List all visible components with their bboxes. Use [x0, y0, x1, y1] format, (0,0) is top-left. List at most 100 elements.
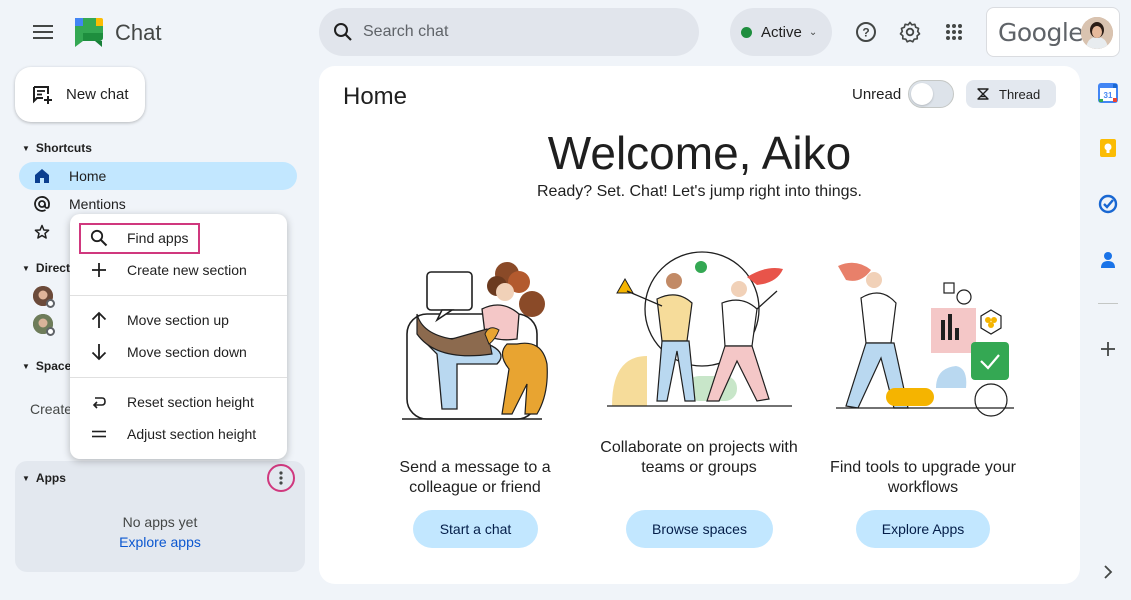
at-sign-icon [33, 195, 51, 213]
help-icon: ? [856, 22, 876, 42]
thread-label: Thread [999, 86, 1041, 102]
presence-indicator [46, 299, 55, 308]
shortcuts-title: Shortcuts [35, 141, 92, 155]
caret-down-icon: ▼ [22, 473, 30, 483]
spaces-title: Spaces [35, 359, 72, 373]
avatar[interactable] [33, 314, 55, 336]
home-icon [33, 167, 51, 185]
menu-item-label: Create new section [127, 262, 247, 278]
gear-icon [899, 21, 921, 43]
app-name: Chat [115, 20, 162, 45]
menu-item-label: Move section down [127, 344, 247, 360]
toggle-knob [911, 83, 933, 105]
apps-launcher-button[interactable] [934, 12, 974, 52]
search-bar[interactable] [319, 8, 699, 56]
menu-item-label: Move section up [127, 312, 229, 328]
page-title: Home [343, 83, 408, 110]
grid-icon [946, 24, 962, 40]
add-addon-button[interactable] [1096, 337, 1120, 361]
avatar [1081, 17, 1113, 49]
rail-divider [1098, 303, 1118, 304]
status-label: Active [761, 23, 802, 41]
welcome-heading: Welcome, Aiko [547, 127, 852, 179]
main-panel: Home Unread Thread Welcome, Aiko Ready? … [319, 66, 1080, 584]
find-apps-highlight [79, 223, 200, 254]
send-message-illustration [402, 262, 548, 420]
unread-label: Unread [852, 86, 902, 103]
arrow-up-icon [90, 311, 108, 329]
thread-icon [977, 88, 989, 100]
menu-item-label: Reset section height [127, 394, 254, 410]
top-bar: Chat Active ⌄ ? Google [0, 0, 1131, 64]
arrow-down-icon [90, 343, 108, 361]
search-icon [331, 20, 355, 44]
settings-button[interactable] [890, 12, 930, 52]
direct-messages-title: Direct messages [35, 261, 70, 275]
collaborate-illustration [607, 251, 792, 407]
chat-logo-icon[interactable] [72, 14, 106, 50]
menu-item-adjust-section-height[interactable]: Adjust section height [70, 418, 287, 450]
menu-divider [70, 295, 287, 296]
status-dot [741, 26, 752, 38]
menu-item-create-new-section[interactable]: Create new section [70, 254, 287, 286]
menu-item-move-section-down[interactable]: Move section down [70, 336, 287, 368]
new-chat-icon [33, 85, 52, 104]
direct-messages-section-header[interactable]: ▼ Direct messages [22, 261, 70, 275]
reset-icon [90, 393, 108, 411]
caret-down-icon: ▼ [22, 361, 30, 371]
hamburger-icon [33, 25, 53, 39]
presence-indicator [46, 327, 55, 336]
status-dropdown[interactable]: Active ⌄ [730, 8, 832, 56]
card-caption: Send a message to a colleague or friend [399, 459, 551, 496]
tasks-icon[interactable] [1096, 192, 1120, 216]
drag-handle-icon [90, 425, 108, 443]
create-space-link[interactable]: Create a space [30, 401, 70, 417]
chevron-down-icon: ⌄ [808, 26, 818, 38]
caret-down-icon: ▼ [22, 263, 30, 273]
shortcuts-section-header[interactable]: ▼ Shortcuts [22, 141, 92, 155]
svg-text:?: ? [862, 26, 869, 40]
start-chat-button[interactable]: Start a chat [413, 510, 538, 548]
sidebar-item-label: Mentions [69, 196, 126, 212]
card-caption: Find tools to upgrade your workflows [830, 459, 1016, 496]
new-chat-label: New chat [66, 86, 129, 103]
welcome-subtitle: Ready? Set. Chat! Let's jump right into … [536, 183, 862, 200]
spaces-section-header[interactable]: ▼ Spaces [22, 359, 72, 373]
keep-icon[interactable] [1096, 136, 1120, 160]
expand-panel-button[interactable] [1096, 560, 1120, 584]
apps-section-header[interactable]: ▼ Apps [22, 471, 66, 485]
no-apps-text: No apps yet [122, 514, 198, 530]
card-caption: Collaborate on projects with teams or gr… [600, 439, 798, 476]
menu-item-move-section-up[interactable]: Move section up [70, 304, 287, 336]
menu-divider [70, 377, 287, 378]
help-button[interactable]: ? [846, 12, 886, 52]
account-button[interactable]: Google [986, 7, 1120, 57]
avatar[interactable] [33, 286, 55, 308]
menu-item-reset-section-height[interactable]: Reset section height [70, 386, 287, 418]
thread-button[interactable]: Thread [966, 80, 1056, 108]
menu-item-label: Adjust section height [127, 426, 257, 442]
new-chat-button[interactable]: New chat [15, 67, 145, 122]
plus-icon [1101, 342, 1115, 356]
explore-apps-link[interactable]: Explore apps [15, 534, 305, 550]
explore-apps-button[interactable]: Explore Apps [856, 510, 990, 548]
sidebar-item-home[interactable]: Home [19, 162, 297, 190]
unread-toggle[interactable] [908, 80, 954, 108]
search-input[interactable] [363, 23, 663, 41]
plus-icon [90, 261, 108, 279]
section-options-menu: Find apps Create new section Move sectio… [70, 214, 287, 459]
chevron-right-icon [1104, 565, 1113, 579]
find-tools-illustration [836, 262, 1014, 417]
calendar-date: 31 [1104, 91, 1113, 100]
more-vert-icon [279, 471, 283, 485]
contacts-icon[interactable] [1096, 248, 1120, 272]
sidebar-item-label: Home [69, 168, 107, 184]
google-wordmark: Google [998, 17, 1084, 47]
calendar-icon[interactable]: 31 [1096, 81, 1120, 105]
browse-spaces-button[interactable]: Browse spaces [626, 510, 773, 548]
star-icon [33, 223, 51, 241]
apps-title: Apps [35, 471, 66, 485]
caret-down-icon: ▼ [22, 143, 30, 153]
apps-more-options-button[interactable] [267, 464, 295, 492]
main-menu-button[interactable] [23, 12, 63, 52]
